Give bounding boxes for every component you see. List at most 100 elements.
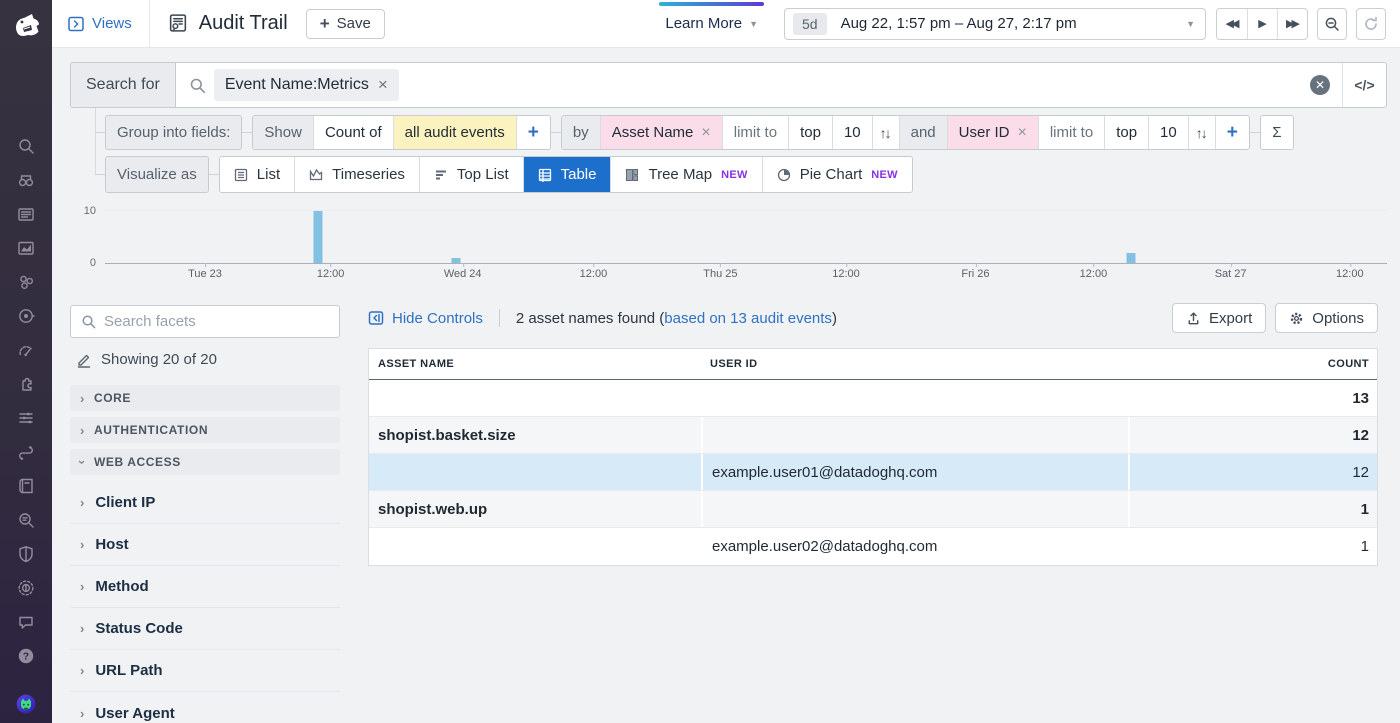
- facet-section-core[interactable]: › CORE: [70, 385, 340, 411]
- chart-bar: [1126, 253, 1135, 263]
- facet-item-host[interactable]: ›Host: [70, 524, 340, 566]
- dashboards-icon[interactable]: [16, 238, 36, 258]
- table-header: ASSET NAME USER ID COUNT: [369, 349, 1377, 380]
- synthetics-icon[interactable]: [16, 340, 36, 360]
- search-icon[interactable]: [16, 136, 36, 156]
- save-label: Save: [337, 15, 371, 32]
- table-row[interactable]: 13: [369, 380, 1377, 417]
- facet-search-input[interactable]: [104, 313, 329, 330]
- aggregation-select[interactable]: Count of: [314, 116, 394, 149]
- chevron-down-icon: ▼: [1186, 19, 1195, 29]
- log-explorer-icon[interactable]: [16, 510, 36, 530]
- table-row[interactable]: example.user01@datadoghq.com 12: [369, 454, 1377, 491]
- tab-timeseries[interactable]: Timeseries: [295, 157, 420, 192]
- tab-tree-map[interactable]: Tree Map NEW: [611, 157, 762, 192]
- integrations-icon[interactable]: [16, 374, 36, 394]
- collapse-panel-icon: [368, 310, 384, 326]
- time-back-button[interactable]: ◀◀: [1217, 9, 1247, 39]
- search-filter-chip[interactable]: Event Name:Metrics ×: [214, 69, 399, 101]
- logs-icon[interactable]: [16, 408, 36, 428]
- tab-top-list[interactable]: Top List: [420, 157, 524, 192]
- events-timeline-chart[interactable]: 10 0 Tue 23 12:00 Wed 24 12:00 Thu 25 12…: [105, 199, 1387, 285]
- measure-select[interactable]: all audit events: [394, 116, 517, 149]
- facet-item-url-path[interactable]: ›URL Path: [70, 650, 340, 692]
- save-button[interactable]: + Save: [306, 9, 385, 39]
- search-icon: [81, 314, 96, 329]
- time-play-button[interactable]: ▶: [1247, 9, 1277, 39]
- svg-text:?: ?: [23, 651, 29, 663]
- sort-order-icon[interactable]: ↑↓: [1189, 116, 1216, 149]
- remove-group-by-icon[interactable]: ×: [1018, 124, 1027, 142]
- facet-item-status-code[interactable]: ›Status Code: [70, 608, 340, 650]
- column-header-asset-name[interactable]: ASSET NAME: [369, 358, 701, 370]
- facet-item-user-agent[interactable]: ›User Agent: [70, 692, 340, 723]
- formula-button[interactable]: Σ: [1260, 115, 1294, 150]
- tab-pie-chart[interactable]: Pie Chart NEW: [763, 157, 912, 192]
- add-measure-button[interactable]: +: [517, 116, 550, 149]
- infrastructure-icon[interactable]: [16, 272, 36, 292]
- raw-query-toggle[interactable]: </>: [1342, 63, 1386, 107]
- options-button[interactable]: Options: [1275, 303, 1378, 333]
- chat-icon[interactable]: [16, 612, 36, 632]
- app-rail: ?: [0, 0, 52, 723]
- time-range-text: Aug 22, 1:57 pm – Aug 27, 2:17 pm: [841, 15, 1187, 32]
- search-input[interactable]: [399, 63, 1310, 107]
- time-forward-button[interactable]: ▶▶: [1277, 9, 1307, 39]
- events-icon[interactable]: [16, 204, 36, 224]
- export-button[interactable]: Export: [1172, 303, 1266, 333]
- limit-value-select[interactable]: 10: [1149, 116, 1189, 149]
- y-axis-tick: 10: [84, 205, 96, 217]
- chevron-right-icon: ›: [80, 706, 84, 721]
- x-axis-tick: 12:00: [1336, 268, 1364, 280]
- tab-table[interactable]: Table: [524, 157, 612, 192]
- watchdog-icon[interactable]: [16, 170, 36, 190]
- views-label: Views: [92, 15, 132, 32]
- sort-order-icon[interactable]: ↑↓: [873, 116, 900, 149]
- views-button[interactable]: Views: [68, 15, 132, 32]
- table-row[interactable]: example.user02@datadoghq.com 1: [369, 528, 1377, 565]
- refresh-button[interactable]: [1356, 8, 1386, 40]
- group-by-chip-asset-name[interactable]: Asset Name ×: [601, 116, 723, 149]
- security-icon[interactable]: [16, 544, 36, 564]
- and-label: and: [900, 116, 948, 149]
- facet-search-box[interactable]: [70, 305, 340, 338]
- notebooks-icon[interactable]: [16, 476, 36, 496]
- apm-icon[interactable]: [16, 306, 36, 326]
- ci-pipelines-icon[interactable]: [16, 442, 36, 462]
- column-header-user-id[interactable]: USER ID: [701, 358, 1128, 370]
- audit-events-link[interactable]: based on 13 audit events: [664, 310, 832, 327]
- table-row[interactable]: shopist.basket.size 12: [369, 417, 1377, 454]
- table-row[interactable]: shopist.web.up 1: [369, 491, 1377, 528]
- network-icon[interactable]: [16, 578, 36, 598]
- remove-group-by-icon[interactable]: ×: [701, 124, 710, 142]
- add-group-by-button[interactable]: +: [1216, 116, 1249, 149]
- datadog-logo-icon[interactable]: [0, 0, 52, 48]
- remove-filter-icon[interactable]: ×: [378, 75, 388, 95]
- visualize-row: Visualize as List Timeseries Top List Ta…: [95, 156, 913, 193]
- facet-item-method[interactable]: ›Method: [70, 566, 340, 608]
- facet-list: ›Client IP ›Host ›Method ›Status Code ›U…: [70, 482, 340, 723]
- limit-mode-select[interactable]: top: [1105, 116, 1149, 149]
- user-avatar[interactable]: [16, 694, 36, 714]
- group-by-chip-user-id[interactable]: User ID ×: [948, 116, 1039, 149]
- x-axis-tick: 12:00: [1080, 268, 1108, 280]
- clear-search-button[interactable]: ✕: [1310, 75, 1330, 95]
- time-range-selector[interactable]: 5d Aug 22, 1:57 pm – Aug 27, 2:17 pm ▼: [784, 8, 1206, 40]
- hide-controls-button[interactable]: Hide Controls: [368, 310, 483, 327]
- search-for-label: Search for: [71, 63, 176, 107]
- edit-pencil-icon: [76, 352, 92, 368]
- facet-count-row[interactable]: Showing 20 of 20: [76, 351, 340, 368]
- x-axis-tick: 12:00: [832, 268, 860, 280]
- x-axis-tick: Fri 26: [961, 268, 989, 280]
- help-icon[interactable]: ?: [16, 646, 36, 666]
- zoom-out-button[interactable]: [1317, 8, 1347, 40]
- facet-section-web-access[interactable]: › WEB ACCESS: [70, 449, 340, 475]
- x-axis-tick: Sat 27: [1215, 268, 1247, 280]
- limit-value-select[interactable]: 10: [833, 116, 873, 149]
- facet-section-authentication[interactable]: › AUTHENTICATION: [70, 417, 340, 443]
- learn-more-dropdown[interactable]: Learn More ▼: [665, 15, 758, 32]
- column-header-count[interactable]: COUNT: [1128, 358, 1377, 370]
- facet-item-client-ip[interactable]: ›Client IP: [70, 482, 340, 524]
- limit-mode-select[interactable]: top: [789, 116, 833, 149]
- tab-list[interactable]: List: [220, 157, 295, 192]
